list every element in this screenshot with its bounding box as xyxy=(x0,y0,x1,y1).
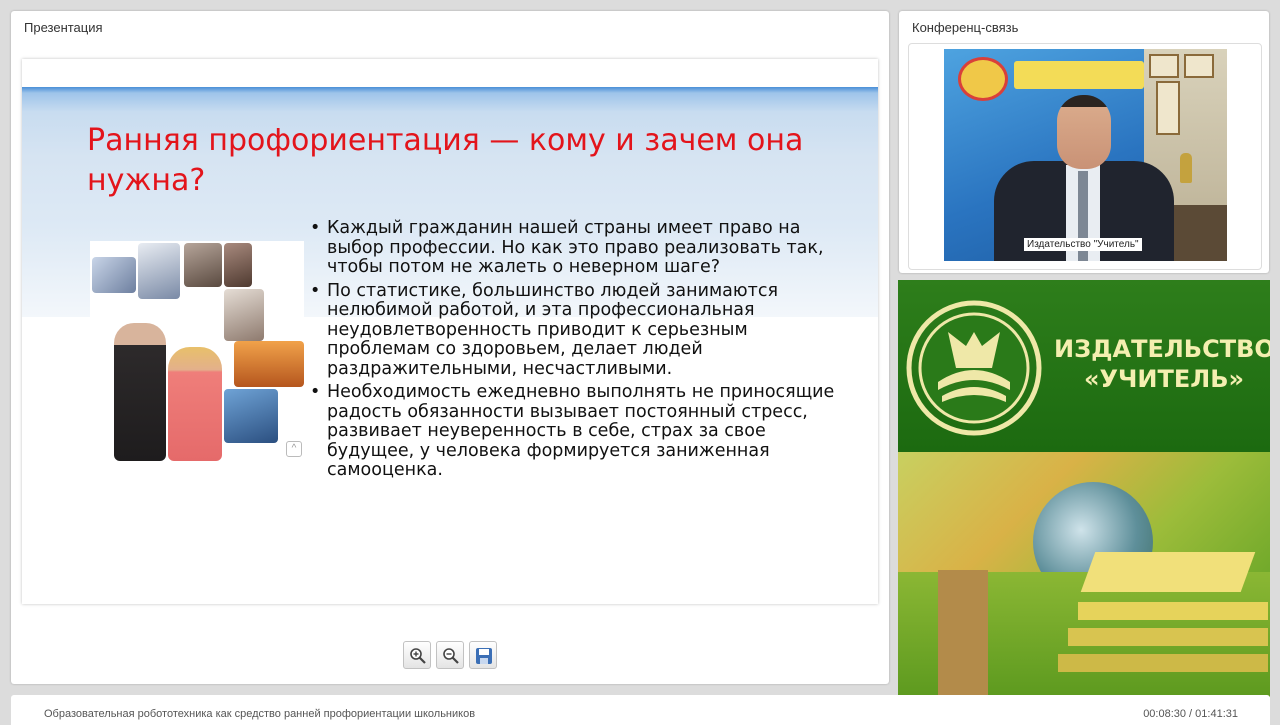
presentation-slide: Ранняя профориентация — кому и зачем она… xyxy=(22,59,878,604)
collage-corner-icon: ^ xyxy=(286,441,302,457)
playback-time: 00:08:30 / 01:41:31 xyxy=(1143,708,1238,720)
publisher-banner: ИЗДАТЕЛЬСТВО «УЧИТЕЛЬ» xyxy=(898,280,1270,697)
slide-photo-collage: ^ xyxy=(90,241,304,463)
webinar-title: Образовательная робототехника как средст… xyxy=(44,708,476,720)
wall-frame xyxy=(1184,54,1214,78)
photo-young-man xyxy=(114,323,166,461)
wall-frame xyxy=(1149,54,1179,78)
book-spine xyxy=(1068,628,1268,646)
status-bar: Образовательная робототехника как средст… xyxy=(11,695,1270,725)
open-book xyxy=(1080,552,1256,592)
slide-title: Ранняя профориентация — кому и зачем она… xyxy=(87,123,804,198)
publisher-name: ИЗДАТЕЛЬСТВО «УЧИТЕЛЬ» xyxy=(1054,334,1270,394)
publisher-name-line2: «УЧИТЕЛЬ» xyxy=(1084,365,1244,393)
wall-frame xyxy=(1156,81,1180,135)
slide-bullet: Каждый гражданин нашей страны имеет прав… xyxy=(308,218,848,278)
publisher-banner-header: ИЗДАТЕЛЬСТВО «УЧИТЕЛЬ» xyxy=(898,280,1270,452)
conference-panel: Конференц-связь Издательство "Учитель" xyxy=(899,11,1269,273)
presentation-panel-title: Презентация xyxy=(24,20,103,35)
photo-worker xyxy=(184,243,222,287)
photo-mechanic xyxy=(224,243,252,287)
photo-businesswoman xyxy=(224,289,264,341)
floppy-disk-icon xyxy=(476,648,492,664)
zoom-in-button[interactable] xyxy=(403,641,431,669)
conference-panel-title: Конференц-связь xyxy=(912,20,1019,35)
zoom-out-icon xyxy=(443,648,459,664)
zoom-in-icon xyxy=(410,648,426,664)
pencil-holder xyxy=(938,570,988,697)
slide-bullet: Необходимость ежедневно выполнять не при… xyxy=(308,382,848,481)
photo-man-laptop xyxy=(138,243,180,299)
presenter-head xyxy=(1057,95,1111,169)
book-spine xyxy=(1078,602,1268,620)
save-button[interactable] xyxy=(469,641,497,669)
photo-office-workers xyxy=(92,257,136,293)
banner-books-image xyxy=(898,452,1270,697)
photo-sunset xyxy=(234,341,304,387)
trophy-icon xyxy=(1180,153,1192,183)
slide-bullet-list: Каждый гражданин нашей страны имеет прав… xyxy=(308,218,848,485)
publisher-logo-icon xyxy=(958,57,1008,101)
book-spine xyxy=(1058,654,1268,672)
photo-young-woman xyxy=(168,347,222,461)
slide-bullet: По статистике, большинство людей занимаю… xyxy=(308,281,848,380)
photo-climber xyxy=(224,389,278,443)
publisher-logo-icon xyxy=(906,300,1042,436)
video-backdrop-title xyxy=(1014,61,1144,89)
video-caption: Издательство "Учитель" xyxy=(1024,238,1142,251)
video-feed[interactable]: Издательство "Учитель" xyxy=(944,49,1227,261)
publisher-name-line1: ИЗДАТЕЛЬСТВО xyxy=(1054,335,1270,363)
zoom-out-button[interactable] xyxy=(436,641,464,669)
presentation-panel: Презентация Ранняя профориентация — кому… xyxy=(11,11,889,684)
